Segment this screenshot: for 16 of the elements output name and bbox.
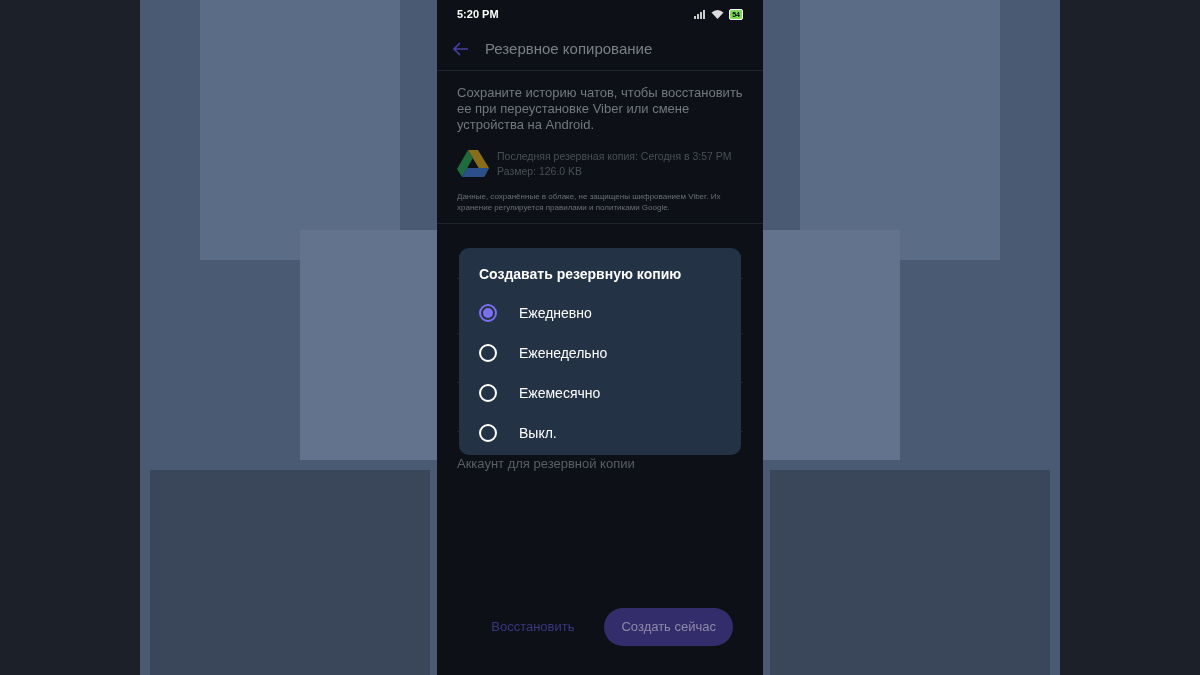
wifi-icon [711, 9, 725, 19]
signal-icon [694, 9, 707, 19]
description-text: Сохраните историю чатов, чтобы восстановить ее при переустановке Viber или смене устройства на Android. [456, 84, 744, 133]
screen-title: Резервное копирование [485, 38, 653, 59]
radio-option[interactable]: Еженедельно [479, 333, 721, 373]
radio-option[interactable]: Выкл. [479, 413, 721, 453]
cloud-note: Данные, сохранённые в облаке, не защищены шифрованием Viber. Их хранение регулируется правилами и политиками Google. [437, 179, 763, 224]
status-time: 5:20 PM [457, 6, 499, 22]
radio-option[interactable]: Ежедневно [479, 293, 721, 333]
last-backup-text: Последняя резервная копия: Сегодня в 3:57 PM [497, 149, 732, 164]
create-now-button[interactable]: Создать сейчас [604, 608, 733, 646]
radio-option[interactable]: Ежемесячно [479, 373, 721, 413]
backup-size-text: Размер: 126.0 KB [497, 164, 584, 179]
drive-icon [457, 150, 489, 178]
dialog-title: Создавать резервную копию [479, 265, 683, 284]
radio-button[interactable] [479, 304, 497, 322]
